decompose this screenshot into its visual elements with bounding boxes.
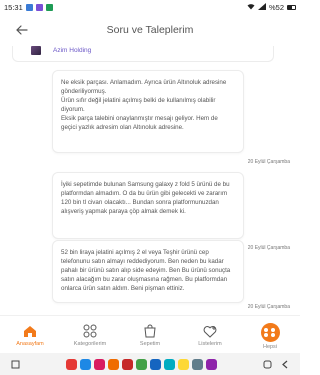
shop-card[interactable]: Azim Holding <box>12 46 274 62</box>
heart-list-icon <box>202 323 218 339</box>
app-icon[interactable] <box>205 358 217 370</box>
nav-label: Listelerim <box>198 341 222 347</box>
message-text: 52 bin liraya jelatini açılmış 2 el veya… <box>61 249 231 292</box>
app-header: Soru ve Taleplerim <box>0 14 300 46</box>
message-text: Ne eksik parçası. Anlamadım. Ayrıca ürün… <box>61 79 227 131</box>
categories-icon <box>82 323 98 339</box>
cart-icon <box>142 323 158 339</box>
nav-item-categories[interactable]: Kategorilerim <box>60 316 120 347</box>
app-dock <box>65 358 217 370</box>
notification-icon <box>45 3 53 11</box>
arrow-left-icon <box>16 22 28 39</box>
recent-apps-button[interactable] <box>6 360 24 369</box>
nav-label: Kategorilerim <box>73 341 107 347</box>
notification-icon <box>35 3 43 11</box>
message-bubble: 52 bin liraya jelatini açılmış 2 el veya… <box>52 240 244 303</box>
status-time: 15:31 <box>4 2 23 12</box>
notification-icon <box>25 3 33 11</box>
home-button[interactable] <box>258 360 276 369</box>
back-nav-button[interactable] <box>276 360 294 369</box>
app-icon[interactable] <box>191 358 203 370</box>
nav-label: Sepetim <box>139 341 161 347</box>
wifi-icon <box>247 3 255 12</box>
signal-icon <box>257 2 266 12</box>
app-icon[interactable] <box>107 358 119 370</box>
nav-label: Hepsi <box>262 344 278 350</box>
all-grid-icon <box>260 323 280 342</box>
app-icon[interactable] <box>135 358 147 370</box>
back-button[interactable] <box>8 16 36 44</box>
message-timestamp: 20 Eylül Çarşamba <box>247 159 290 165</box>
page-title: Soru ve Taleplerim <box>106 24 194 36</box>
app-icon[interactable] <box>93 358 105 370</box>
messages-container[interactable]: Azim Holding Ne eksik parçası. Anlamadım… <box>0 46 300 315</box>
home-icon <box>22 323 38 339</box>
nav-item-hepsi[interactable]: Hepsi <box>240 316 300 350</box>
app-icon[interactable] <box>163 358 175 370</box>
status-bar: 15:31 %52 <box>0 0 300 14</box>
message-bubble: İyiki sepetimde bulunan Samsung galaxy z… <box>52 172 244 239</box>
app-icon[interactable] <box>177 358 189 370</box>
shop-name-link[interactable]: Azim Holding <box>53 47 91 54</box>
system-navigation-bar <box>0 353 300 375</box>
nav-item-home[interactable]: Anasayfam <box>0 316 60 347</box>
battery-percent: %52 <box>268 2 284 12</box>
nav-label: Anasayfam <box>16 341 44 347</box>
nav-item-cart[interactable]: Sepetim <box>120 316 180 347</box>
app-icon[interactable] <box>121 358 133 370</box>
message-timestamp: 20 Eylül Çarşamba <box>247 245 290 251</box>
app-icon[interactable] <box>65 358 77 370</box>
app-icon[interactable] <box>149 358 161 370</box>
bottom-navigation: Anasayfam Kategorilerim Sepetim Listeler… <box>0 315 300 353</box>
product-thumbnail <box>31 46 41 55</box>
message-bubble: Ne eksik parçası. Anlamadım. Ayrıca ürün… <box>52 70 244 153</box>
battery-icon <box>287 4 296 10</box>
message-text: İyiki sepetimde bulunan Samsung galaxy z… <box>61 181 230 215</box>
nav-item-lists[interactable]: Listelerim <box>180 316 240 347</box>
app-icon[interactable] <box>79 358 91 370</box>
message-timestamp: 20 Eylül Çarşamba <box>247 304 290 310</box>
